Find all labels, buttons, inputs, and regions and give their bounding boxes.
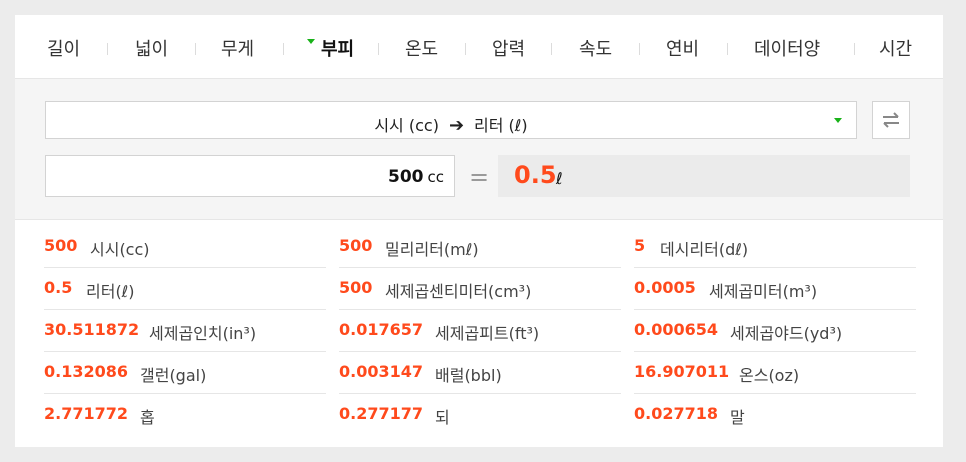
result-item: 500 세제곱센티미터(cm³) [339, 268, 621, 310]
tab-divider [551, 43, 552, 55]
result-item: 500 시시(cc) [44, 226, 326, 268]
unit-pair-select[interactable]: 시시 (cc) ➔ 리터 (ℓ) [45, 101, 857, 139]
conversion-results: 500 시시(cc) 500 밀리리터(mℓ) 5 데시리터(dℓ) 0.5 리터(ℓ)… [15, 220, 943, 447]
result-item: 0.000654 세제곱야드(yd³) [634, 310, 916, 352]
result-item-unit: 리터(ℓ) [86, 282, 135, 301]
unit-converter-panel: 길이 넓이 무게 부피 온도 압력 속도 연비 데이터양 시간 시시 (cc) ➔… [15, 15, 943, 447]
category-tabs: 길이 넓이 무게 부피 온도 압력 속도 연비 데이터양 시간 [15, 15, 943, 79]
tab-speed[interactable]: 속도 [579, 35, 612, 61]
result-item-unit: 밀리리터(mℓ) [385, 240, 479, 259]
tab-time[interactable]: 시간 [879, 35, 912, 61]
result-item-value: 0.132086 [44, 362, 129, 381]
amount-input[interactable]: 500 cc [45, 155, 455, 197]
result-item-value: 2.771772 [44, 404, 129, 423]
swap-icon [883, 112, 899, 128]
result-unit: ℓ [556, 169, 563, 188]
result-item: 16.907011 온스(oz) [634, 352, 916, 394]
result-item: 30.511872 세제곱인치(in³) [44, 310, 326, 352]
amount-value: 500 cc [388, 167, 444, 187]
result-item-unit: 데시리터(dℓ) [660, 240, 749, 259]
tab-area[interactable]: 넓이 [135, 35, 168, 61]
result-item: 0.0005 세제곱미터(m³) [634, 268, 916, 310]
result-value: 0.5 [514, 161, 557, 189]
result-item-unit: 세제곱피트(ft³) [435, 324, 540, 343]
result-item-value: 5 [634, 236, 646, 255]
tab-pressure[interactable]: 압력 [492, 35, 525, 61]
amount-unit: cc [427, 168, 445, 186]
result-item-unit: 되 [435, 408, 450, 427]
tab-data-size[interactable]: 데이터양 [754, 35, 820, 61]
tab-divider [854, 43, 855, 55]
result-item-unit: 말 [730, 408, 745, 427]
result-item-unit: 세제곱미터(m³) [709, 282, 818, 301]
tab-divider [107, 43, 108, 55]
result-item-value: 0.5 [44, 278, 73, 297]
equals-sign: = [469, 163, 490, 191]
result-item-value: 0.000654 [634, 320, 719, 339]
tab-divider [465, 43, 466, 55]
active-caret-icon [307, 39, 315, 44]
result-item: 0.003147 배럴(bbl) [339, 352, 621, 394]
result-display: 0.5 ℓ [498, 155, 910, 197]
result-item-unit: 온스(oz) [739, 366, 800, 385]
tab-length[interactable]: 길이 [47, 35, 80, 61]
result-item-value: 500 [44, 236, 78, 255]
result-item-unit: 세제곱인치(in³) [149, 324, 257, 343]
result-item-unit: 세제곱센티미터(cm³) [385, 282, 532, 301]
result-item-value: 0.003147 [339, 362, 424, 381]
result-item: 0.017657 세제곱피트(ft³) [339, 310, 621, 352]
result-item-value: 500 [339, 236, 373, 255]
result-item: 500 밀리리터(mℓ) [339, 226, 621, 268]
tab-divider [378, 43, 379, 55]
result-item-unit: 홉 [140, 408, 155, 427]
swap-units-button[interactable] [872, 101, 910, 139]
result-item-value: 0.027718 [634, 404, 719, 423]
tab-divider [727, 43, 728, 55]
tab-temperature[interactable]: 온도 [405, 35, 438, 61]
result-item: 0.132086 갤런(gal) [44, 352, 326, 394]
result-item: 0.277177 되 [339, 394, 621, 436]
result-item-value: 500 [339, 278, 373, 297]
unit-pair-text: 시시 (cc) ➔ 리터 (ℓ) [46, 112, 856, 136]
tab-divider [639, 43, 640, 55]
tab-divider [283, 43, 284, 55]
result-item-unit: 세제곱야드(yd³) [730, 324, 843, 343]
result-item: 5 데시리터(dℓ) [634, 226, 916, 268]
converter-area: 시시 (cc) ➔ 리터 (ℓ) 500 cc = 0.5 ℓ [15, 79, 943, 220]
result-item-unit: 갤런(gal) [140, 366, 207, 385]
arrow-right-icon: ➔ [448, 115, 465, 136]
result-item-value: 16.907011 [634, 362, 730, 381]
result-item: 2.771772 홉 [44, 394, 326, 436]
tab-fuel-economy[interactable]: 연비 [666, 35, 699, 61]
tab-volume[interactable]: 부피 [307, 35, 355, 61]
to-unit-label: 리터 (ℓ) [474, 116, 528, 135]
result-item: 0.027718 말 [634, 394, 916, 436]
tab-volume-label: 부피 [321, 39, 355, 60]
amount-number: 500 [388, 167, 424, 187]
result-item-value: 0.0005 [634, 278, 696, 297]
result-item-unit: 배럴(bbl) [435, 366, 502, 385]
result-item-value: 30.511872 [44, 320, 140, 339]
result-item-unit: 시시(cc) [90, 240, 150, 259]
from-unit-label: 시시 (cc) [374, 116, 439, 135]
tab-weight[interactable]: 무게 [221, 35, 254, 61]
result-item-value: 0.277177 [339, 404, 424, 423]
tab-divider [195, 43, 196, 55]
result-item: 0.5 리터(ℓ) [44, 268, 326, 310]
result-item-value: 0.017657 [339, 320, 424, 339]
chevron-down-icon [834, 118, 842, 123]
